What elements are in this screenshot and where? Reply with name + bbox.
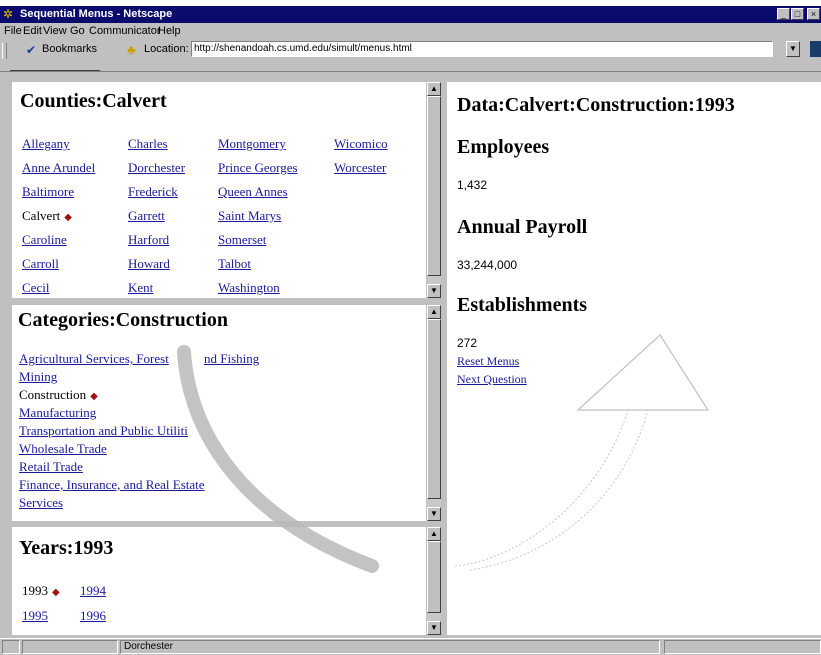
url-input[interactable]: http://shenandoah.cs.umd.edu/simult/menu…: [191, 41, 773, 57]
county-link[interactable]: Somerset: [218, 232, 266, 248]
county-link[interactable]: Prince Georges: [218, 160, 298, 176]
county-link[interactable]: Saint Marys: [218, 208, 281, 224]
menu-bar: File Edit View Go Communicator Help: [0, 23, 821, 39]
url-dropdown-button[interactable]: ▼: [786, 41, 800, 57]
county-link[interactable]: Dorchester: [128, 160, 185, 176]
maximize-button[interactable]: □: [791, 8, 804, 20]
security-icon[interactable]: [2, 640, 20, 654]
county-link[interactable]: Frederick: [128, 184, 178, 200]
categories-heading: Categories:Construction: [18, 309, 228, 331]
category-link[interactable]: nd Fishing: [204, 351, 259, 367]
selected-marker-icon: ◆: [64, 212, 72, 223]
categories-scrollbar[interactable]: ▲ ▼: [427, 305, 441, 521]
selected-county: Calvert ◆: [22, 208, 72, 224]
county-link[interactable]: Caroline: [22, 232, 67, 248]
years-heading: Years:1993: [19, 537, 114, 559]
scroll-down-arrow-icon[interactable]: ▼: [427, 284, 441, 298]
counties-scrollbar[interactable]: ▲ ▼: [427, 82, 441, 298]
year-link[interactable]: 1996: [80, 608, 106, 624]
employees-value: 1,432: [457, 178, 488, 192]
employees-heading: Employees: [457, 136, 550, 158]
category-link[interactable]: Manufacturing: [19, 405, 96, 421]
bookmarks-icon[interactable]: ✔: [26, 43, 36, 57]
counties-frame: Counties:Calvert Allegany Anne Arundel B…: [12, 82, 426, 298]
payroll-value: 33,244,000: [457, 258, 518, 272]
menu-communicator[interactable]: Communicator: [89, 24, 161, 38]
county-link[interactable]: Anne Arundel: [22, 160, 95, 176]
category-link[interactable]: Transportation and Public Utiliti: [19, 423, 188, 439]
selected-category: Construction ◆: [19, 387, 98, 403]
county-link[interactable]: Howard: [128, 256, 170, 272]
title-bar: ✲ Sequential Menus - Netscape _ □ ×: [0, 6, 821, 23]
category-link[interactable]: Agricultural Services, Forest: [19, 351, 169, 367]
categories-frame: Categories:Construction Agricultural Ser…: [12, 305, 426, 521]
netscape-app-icon: ✲: [3, 7, 14, 21]
years-frame: Years:1993 1993 ◆ 1994 1995 1996: [12, 527, 426, 635]
scroll-up-arrow-icon[interactable]: ▲: [427, 527, 441, 541]
counties-heading: Counties:Calvert: [20, 90, 167, 112]
scroll-down-arrow-icon[interactable]: ▼: [427, 621, 441, 635]
years-scrollbar[interactable]: ▲ ▼: [427, 527, 441, 635]
component-bar: [664, 640, 821, 654]
selected-year-label: 1993: [22, 583, 48, 598]
county-link[interactable]: Worcester: [334, 160, 386, 176]
reset-menus-link[interactable]: Reset Menus: [457, 354, 519, 369]
establishments-value: 272: [457, 336, 478, 350]
county-link[interactable]: Talbot: [218, 256, 251, 272]
category-link[interactable]: Finance, Insurance, and Real Estate: [19, 477, 205, 493]
establishments-heading: Establishments: [457, 294, 588, 316]
selected-year: 1993 ◆: [22, 583, 60, 599]
year-link[interactable]: 1994: [80, 583, 106, 599]
location-icon: ♣: [127, 42, 136, 57]
status-text-section: [120, 640, 660, 654]
bookmarks-button[interactable]: Bookmarks: [42, 43, 97, 55]
selected-category-label: Construction: [19, 387, 87, 402]
county-link[interactable]: Washington: [218, 280, 280, 296]
county-link[interactable]: Allegany: [22, 136, 70, 152]
scroll-down-arrow-icon[interactable]: ▼: [427, 507, 441, 521]
data-heading: Data:Calvert:Construction:1993: [457, 94, 735, 116]
menu-file[interactable]: File: [4, 24, 22, 38]
menu-edit[interactable]: Edit: [23, 24, 42, 38]
location-label: Location:: [144, 43, 189, 55]
scroll-thumb[interactable]: [427, 319, 441, 499]
progress-section: [22, 640, 118, 654]
selected-marker-icon: ◆: [90, 391, 98, 402]
category-link[interactable]: Retail Trade: [19, 459, 83, 475]
scroll-thumb[interactable]: [427, 96, 441, 276]
close-button[interactable]: ×: [807, 8, 820, 20]
next-question-link[interactable]: Next Question: [457, 372, 527, 387]
window-title: Sequential Menus - Netscape: [20, 8, 173, 20]
payroll-heading: Annual Payroll: [457, 216, 588, 238]
county-link[interactable]: Baltimore: [22, 184, 74, 200]
status-bar: Dorchester: [0, 638, 821, 655]
county-link[interactable]: Carroll: [22, 256, 59, 272]
menu-go[interactable]: Go: [70, 24, 85, 38]
year-link[interactable]: 1995: [22, 608, 48, 624]
minimize-button[interactable]: _: [777, 8, 790, 20]
county-link[interactable]: Cecil: [22, 280, 49, 296]
selected-marker-icon: ◆: [52, 587, 60, 598]
menu-view[interactable]: View: [43, 24, 67, 38]
county-link[interactable]: Harford: [128, 232, 169, 248]
toolbar-tab-strip: [10, 61, 100, 71]
county-link[interactable]: Wicomico: [334, 136, 388, 152]
data-frame: Data:Calvert:Construction:1993 Employees…: [447, 82, 821, 635]
scroll-thumb[interactable]: [427, 541, 441, 613]
category-link[interactable]: Mining: [19, 369, 57, 385]
menu-help[interactable]: Help: [158, 24, 181, 38]
category-link[interactable]: Wholesale Trade: [19, 441, 107, 457]
toolbar-grip[interactable]: [2, 43, 7, 59]
netscape-throbber-icon: [810, 41, 821, 57]
selected-county-label: Calvert: [22, 208, 61, 223]
category-link[interactable]: Services: [19, 495, 63, 511]
county-link[interactable]: Garrett: [128, 208, 165, 224]
scroll-up-arrow-icon[interactable]: ▲: [427, 82, 441, 96]
county-link[interactable]: Charles: [128, 136, 168, 152]
county-link[interactable]: Montgomery: [218, 136, 286, 152]
county-link[interactable]: Kent: [128, 280, 153, 296]
scroll-up-arrow-icon[interactable]: ▲: [427, 305, 441, 319]
county-link[interactable]: Queen Annes: [218, 184, 288, 200]
location-toolbar: ✔ Bookmarks ♣ Location: http://shenandoa…: [0, 39, 821, 72]
